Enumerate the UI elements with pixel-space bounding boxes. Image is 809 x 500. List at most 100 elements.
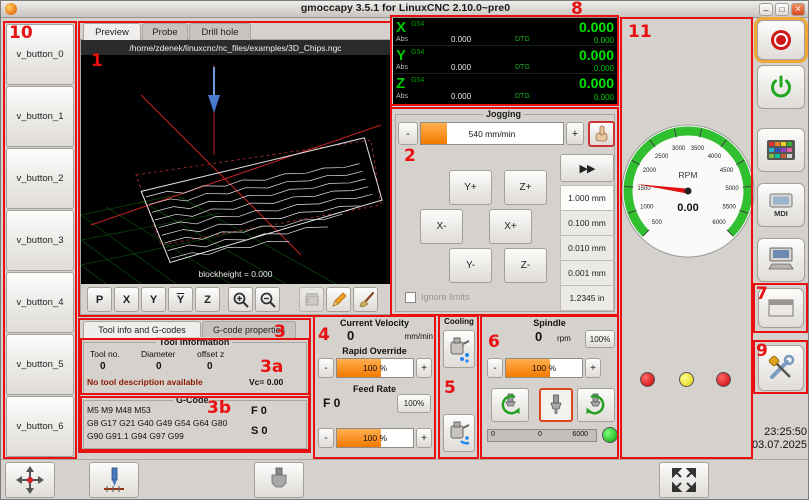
jog-y-plus-button[interactable]: Y+ xyxy=(449,170,492,205)
machine-mode-button[interactable] xyxy=(757,238,805,282)
dro-row-y[interactable]: Y G54 0.000 Abs 0.000 DTG 0.000 xyxy=(393,47,617,74)
estop-button[interactable] xyxy=(757,20,805,60)
zoom-out-button[interactable] xyxy=(255,287,280,312)
status-led-middle xyxy=(679,372,694,387)
tab-tool-info[interactable]: Tool info and G-codes xyxy=(83,321,201,338)
tool-measure-button[interactable] xyxy=(89,462,139,498)
rapid-plus-button[interactable]: + xyxy=(416,358,432,378)
minimize-button[interactable]: – xyxy=(759,3,773,16)
jog-x-minus-button[interactable]: X- xyxy=(420,209,463,244)
window-icon xyxy=(767,297,795,319)
tab-probe[interactable]: Probe xyxy=(142,23,188,40)
sidebar-button-2[interactable]: v_button_2 xyxy=(6,148,74,209)
jog-increment-2[interactable]: 0.010 mm xyxy=(560,236,614,261)
spindle-screen-button[interactable] xyxy=(254,462,304,498)
sidebar-button-1[interactable]: v_button_1 xyxy=(6,86,74,147)
view-x-button[interactable]: X xyxy=(114,287,139,312)
spindle-pct-button[interactable]: 100% xyxy=(585,330,615,348)
tab-drill-hole[interactable]: Drill hole xyxy=(189,23,251,40)
rapid-minus-button[interactable]: - xyxy=(318,358,334,378)
spindle-override-bar[interactable]: 100 % xyxy=(505,358,583,378)
jog-increment-1[interactable]: 0.100 mm xyxy=(560,211,614,236)
fullscreen-window-button[interactable] xyxy=(758,288,804,328)
dro-axis-letter: Z xyxy=(396,75,405,92)
rapid-override-value: 100 % xyxy=(337,359,413,377)
feed-minus-button[interactable]: - xyxy=(318,428,334,448)
offset-z-label: offset z xyxy=(197,349,224,359)
spindle-ccw-button[interactable] xyxy=(491,388,529,422)
sidebar-button-0[interactable]: v_button_0 xyxy=(6,24,74,85)
sidebar-button-6[interactable]: v_button_6 xyxy=(6,396,74,457)
jog-x-plus-button[interactable]: X+ xyxy=(489,209,532,244)
tab-gcode-properties[interactable]: G-code properties xyxy=(202,321,296,338)
spindle-scale[interactable]: 0 0 6000 xyxy=(487,429,597,442)
tool-no-value: 0 xyxy=(100,361,106,372)
feed-override-bar[interactable]: 100 % xyxy=(336,428,414,448)
tab-preview[interactable]: Preview xyxy=(83,23,141,40)
dro-panel: X G54 0.000 Abs 0.000 DTG 0.000 Y G54 0.… xyxy=(393,18,617,104)
rapid-override-bar[interactable]: 100 % xyxy=(336,358,414,378)
gcode-line-2: G8 G17 G21 G40 G49 G54 G64 G80 xyxy=(87,418,227,428)
spindle-stop-button[interactable] xyxy=(539,388,573,422)
settings-button[interactable] xyxy=(758,345,804,391)
flood-coolant-icon xyxy=(447,418,471,448)
feed-plus-button[interactable]: + xyxy=(416,428,432,448)
dro-dtg-value: 0.000 xyxy=(594,93,614,102)
fullscreen-preview-button[interactable] xyxy=(659,462,709,498)
jog-z-minus-button[interactable]: Z- xyxy=(504,248,547,283)
jog-screen-button[interactable] xyxy=(5,462,55,498)
dro-row-x[interactable]: X G54 0.000 Abs 0.000 DTG 0.000 xyxy=(393,19,617,46)
sidebar-button-3[interactable]: v_button_3 xyxy=(6,210,74,271)
dro-dtg-label: DTG xyxy=(515,93,530,100)
feed-pct-button[interactable]: 100% xyxy=(397,394,431,413)
jog-speed-bar[interactable]: 540 mm/min xyxy=(420,122,564,145)
mdi-mode-button[interactable]: MDI xyxy=(757,183,805,227)
spindle-plus-button[interactable]: + xyxy=(585,358,601,378)
jog-rapid-button[interactable]: ▶▶ xyxy=(560,154,614,182)
view-y-button[interactable]: Y xyxy=(141,287,166,312)
view-perspective-button[interactable]: P xyxy=(87,287,112,312)
close-button[interactable]: × xyxy=(791,3,805,16)
view-z-button[interactable]: Z xyxy=(195,287,220,312)
feed-rate-value: F 0 xyxy=(323,396,340,410)
spindle-scale-max: 6000 xyxy=(572,431,588,438)
jog-mode-button[interactable] xyxy=(588,121,615,147)
jog-speed-plus-button[interactable]: + xyxy=(566,122,584,145)
clear-plot-button[interactable] xyxy=(353,287,378,312)
move-arrows-icon xyxy=(15,465,45,495)
dimensions-button[interactable] xyxy=(299,287,324,312)
ignore-limits-label: Ignore limits xyxy=(421,292,470,302)
zoom-in-button[interactable] xyxy=(228,287,253,312)
mist-coolant-button[interactable] xyxy=(443,330,475,368)
spindle-cw-button[interactable] xyxy=(577,388,615,422)
flood-coolant-button[interactable] xyxy=(443,414,475,452)
spindle-minus-button[interactable]: - xyxy=(487,358,503,378)
jog-speed-minus-button[interactable]: - xyxy=(398,122,418,145)
gauge-tick-label: 6000 xyxy=(712,220,726,226)
sidebar-button-5[interactable]: v_button_5 xyxy=(6,334,74,395)
jog-increment-4[interactable]: 1.2345 in xyxy=(560,286,614,311)
brush-icon xyxy=(357,291,375,309)
maximize-button[interactable]: □ xyxy=(775,3,789,16)
preview-3d-canvas[interactable]: blockheight = 0.000 xyxy=(81,55,390,284)
spindle-stop-icon xyxy=(544,393,568,417)
spindle-cw-icon xyxy=(581,391,611,419)
dro-axis-system: G54 xyxy=(411,21,424,28)
machine-on-button[interactable] xyxy=(757,65,805,109)
dro-row-z[interactable]: Z G54 0.000 Abs 0.000 DTG 0.000 xyxy=(393,75,617,102)
jog-y-minus-button[interactable]: Y- xyxy=(449,248,492,283)
jog-z-plus-button[interactable]: Z+ xyxy=(504,170,547,205)
ignore-limits-checkbox[interactable] xyxy=(405,292,416,303)
gcode-line-3: G90 G91.1 G94 G97 G99 xyxy=(87,431,184,441)
annotation-label-6: 6 xyxy=(488,332,500,352)
sidebar-button-4[interactable]: v_button_4 xyxy=(6,272,74,333)
virtual-keyboard-button[interactable] xyxy=(757,128,805,172)
diameter-value: 0 xyxy=(156,361,162,372)
spindle-scale-min: 0 xyxy=(491,431,495,438)
edit-gcode-button[interactable] xyxy=(326,287,351,312)
view-y2-button[interactable]: Y xyxy=(168,287,193,312)
machine-icon xyxy=(766,247,796,273)
jog-increment-3[interactable]: 0.001 mm xyxy=(560,261,614,286)
keyboard-icon xyxy=(766,139,796,161)
jog-increment-0[interactable]: 1.000 mm xyxy=(560,186,614,211)
